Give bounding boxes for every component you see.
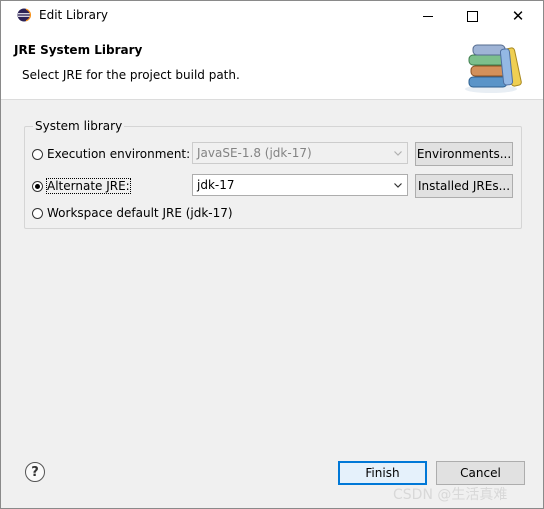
execution-environment-option[interactable]: Execution environment:: [32, 147, 190, 161]
minimize-button[interactable]: [405, 1, 451, 31]
minimize-icon: [423, 15, 433, 17]
radio-execution-environment[interactable]: [32, 148, 43, 160]
help-icon[interactable]: ?: [25, 462, 45, 482]
watermark: CSDN @生活真难: [393, 487, 508, 503]
maximize-icon: [466, 10, 478, 22]
edit-library-dialog: Edit Library ✕ JRE System Library Select…: [0, 0, 544, 509]
execution-environment-label: Execution environment:: [47, 147, 191, 161]
workspace-default-option[interactable]: Workspace default JRE (jdk-17): [32, 206, 233, 220]
alternate-jre-value: jdk-17: [197, 178, 235, 192]
radio-alternate-jre[interactable]: [32, 180, 43, 192]
alternate-jre-option[interactable]: Alternate JRE:: [32, 178, 131, 194]
radio-workspace-default[interactable]: [32, 207, 43, 219]
environments-button[interactable]: Environments...: [415, 142, 513, 166]
environments-button-label: Environments...: [416, 147, 512, 161]
cancel-button[interactable]: Cancel: [436, 461, 525, 485]
execution-environment-value: JavaSE-1.8 (jdk-17): [197, 146, 312, 160]
close-button[interactable]: ✕: [495, 1, 541, 31]
execution-environment-combo[interactable]: JavaSE-1.8 (jdk-17): [192, 142, 408, 164]
close-icon: ✕: [511, 6, 525, 25]
dialog-banner: JRE System Library Select JRE for the pr…: [1, 31, 543, 100]
installed-jres-button-label: Installed JREs...: [417, 179, 511, 193]
banner-title: JRE System Library: [14, 43, 143, 57]
help-icon-glyph: ?: [31, 464, 39, 480]
window-title: Edit Library: [39, 8, 109, 22]
chevron-down-icon: [394, 151, 402, 156]
banner-description: Select JRE for the project build path.: [22, 68, 240, 82]
eclipse-icon: [17, 8, 31, 22]
finish-button[interactable]: Finish: [338, 461, 427, 485]
library-books-icon: [465, 44, 522, 93]
workspace-default-label: Workspace default JRE (jdk-17): [47, 206, 233, 220]
maximize-button[interactable]: [449, 1, 495, 31]
title-bar: Edit Library ✕: [1, 1, 543, 31]
alternate-jre-combo[interactable]: jdk-17: [192, 174, 408, 196]
alternate-jre-label: Alternate JRE:: [46, 178, 131, 194]
finish-button-label: Finish: [365, 466, 400, 480]
group-label: System library: [33, 119, 125, 133]
chevron-down-icon: [394, 183, 402, 188]
installed-jres-button[interactable]: Installed JREs...: [415, 174, 513, 198]
cancel-button-label: Cancel: [460, 466, 501, 480]
